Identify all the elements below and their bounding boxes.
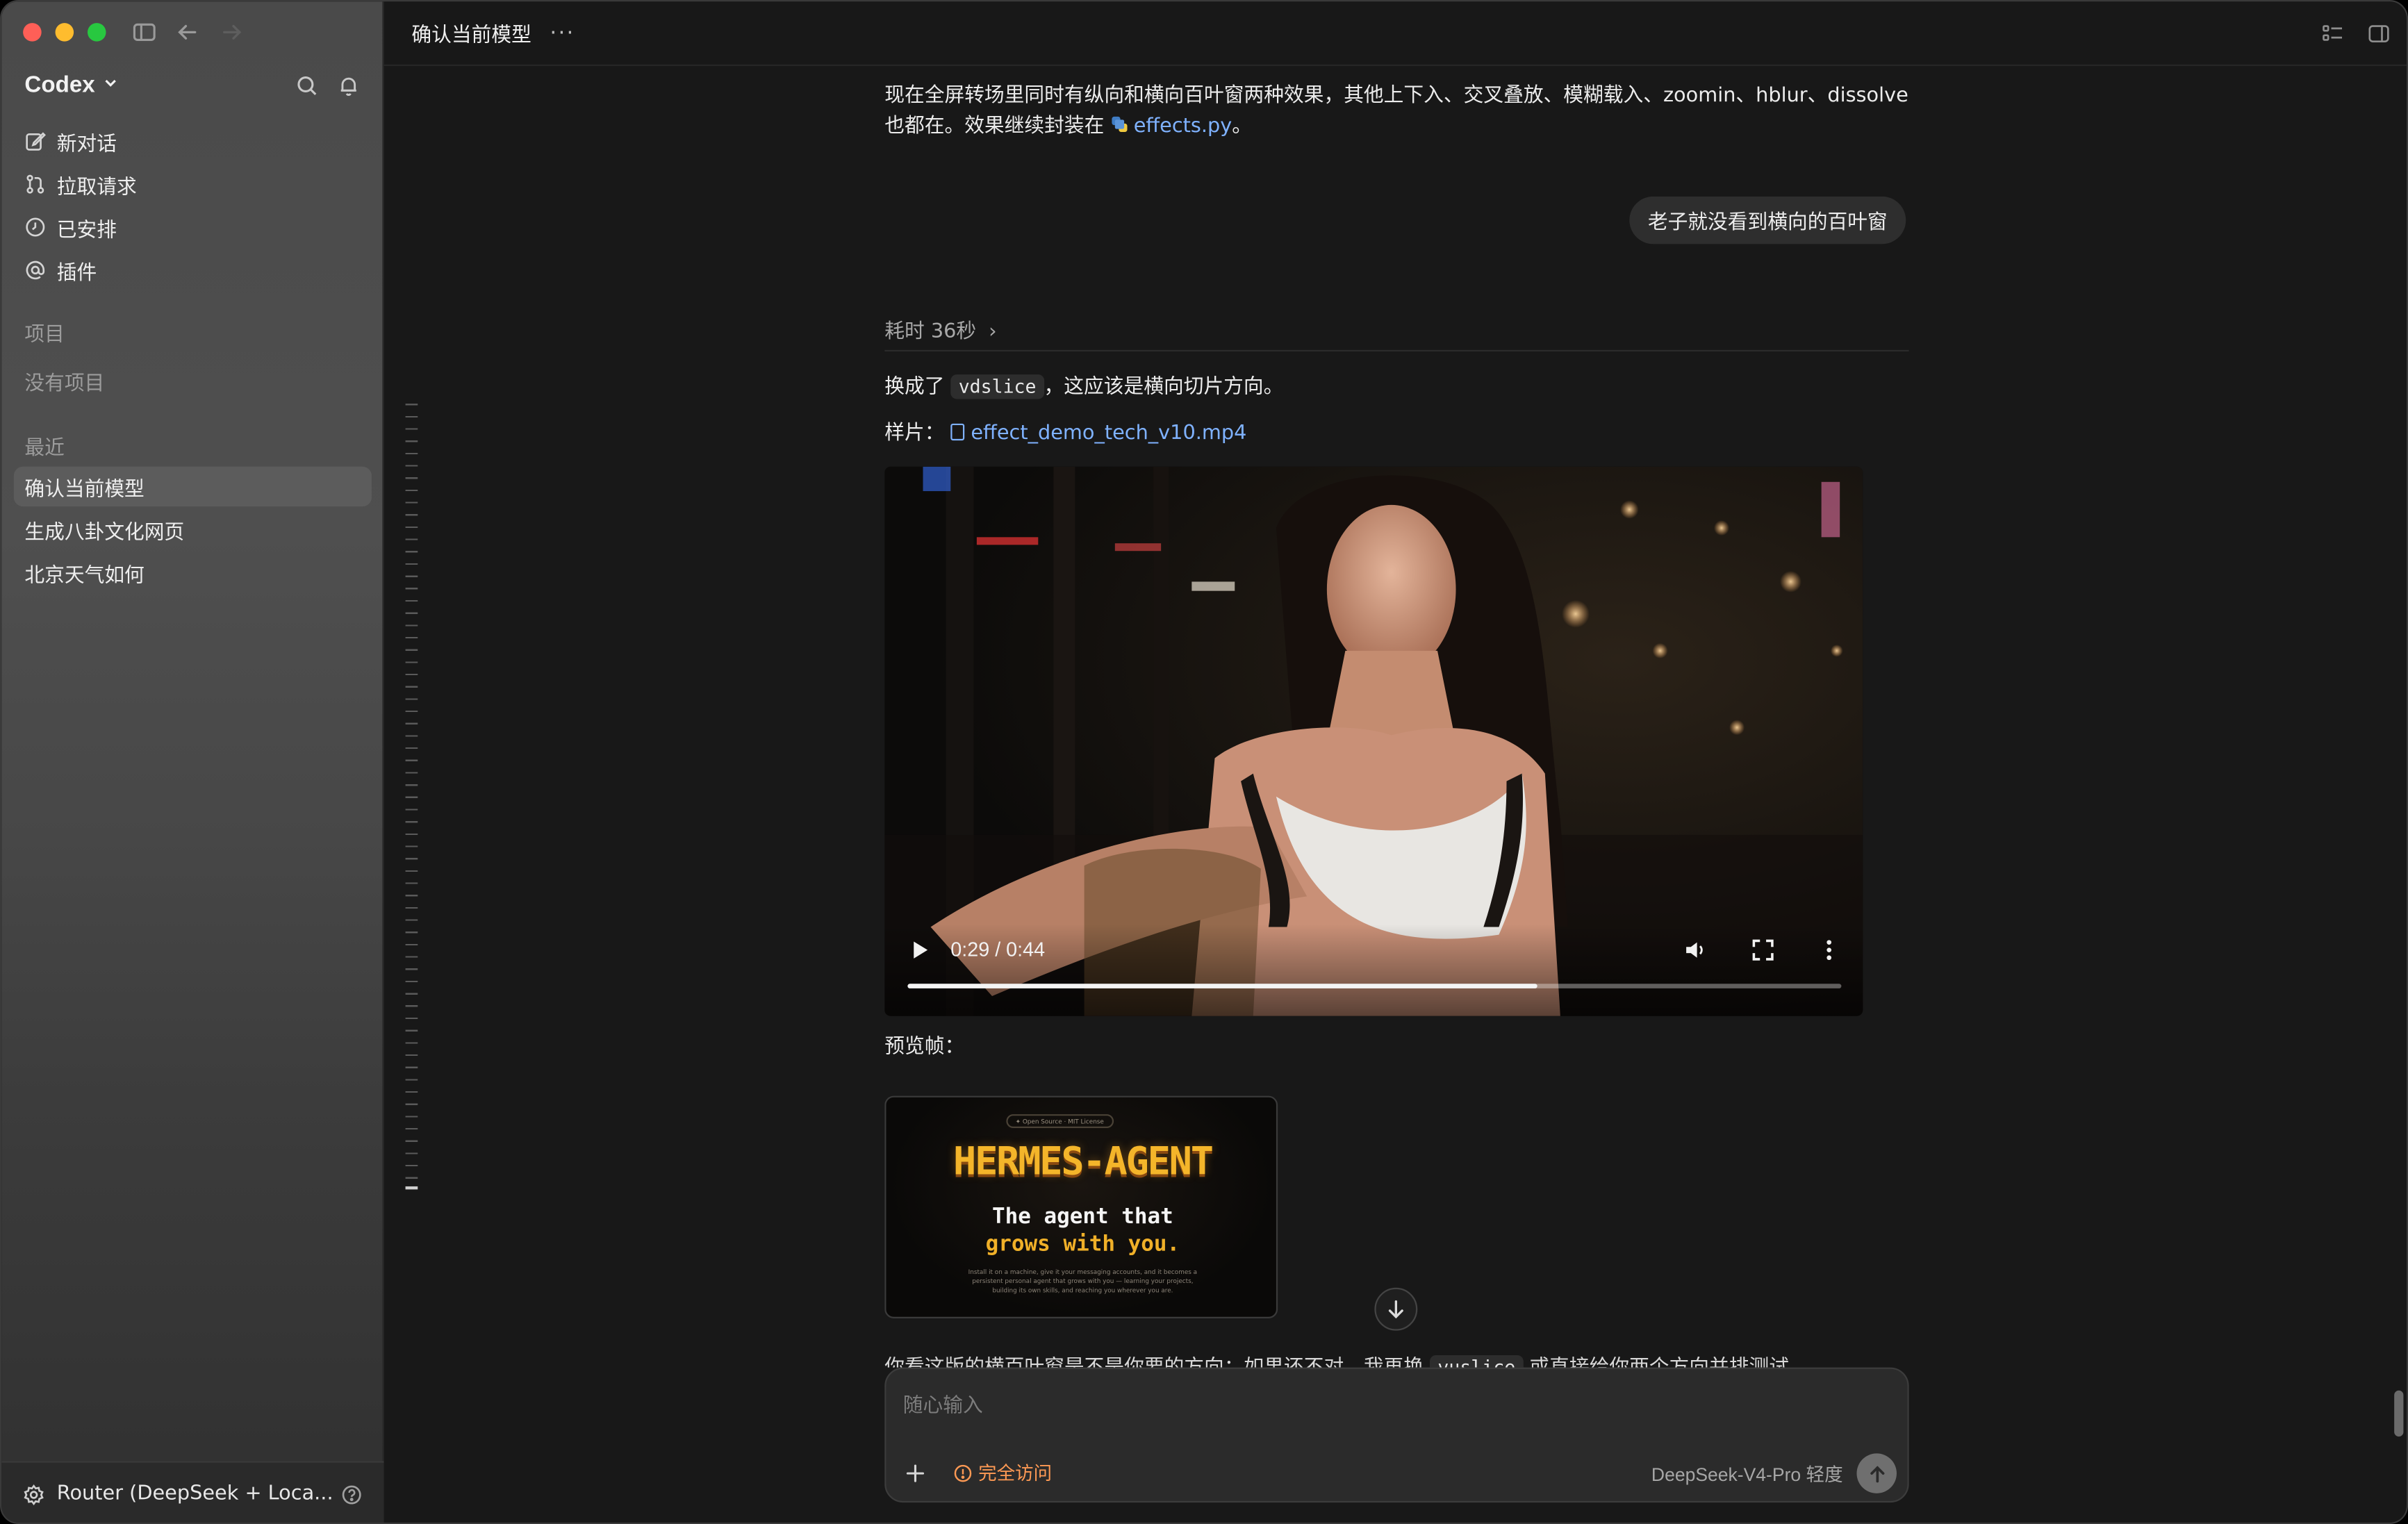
scrollbar-thumb[interactable]	[2394, 1390, 2404, 1437]
user-message-text: 老子就没看到横向的百叶窗	[1647, 211, 1888, 235]
list-icon[interactable]	[2320, 22, 2345, 46]
edit-icon	[24, 131, 46, 152]
clock-icon	[24, 217, 46, 238]
elapsed-time-toggle[interactable]: 耗时 36秒 ›	[884, 315, 996, 344]
projects-heading: 项目	[24, 324, 65, 347]
video-time: 0:29 / 0:44	[950, 938, 1046, 961]
nav-scheduled[interactable]: 已安排	[14, 207, 372, 247]
close-window-button[interactable]	[23, 23, 42, 42]
sample-line: 样片： effect_demo_tech_v10.mp4	[884, 419, 1246, 449]
help-icon[interactable]	[341, 1483, 363, 1505]
nav-label: 新对话	[56, 133, 117, 156]
hero-tagline-accent: grows with you.	[985, 1232, 1180, 1257]
access-mode-button[interactable]: 完全访问	[954, 1459, 1053, 1486]
router-label: Router (DeepSeek + Loca...	[56, 1482, 333, 1506]
timeline-current-marker	[405, 1186, 418, 1190]
assistant-reply: 换成了 vdslice ，这应该是横向切片方向。	[884, 372, 1283, 404]
message-text: 或直接给你两个方向并排测试	[1529, 1357, 1789, 1367]
file-link[interactable]: effects.py	[1111, 115, 1232, 138]
python-file-icon	[1112, 116, 1128, 133]
recent-chat-label: 北京天气如何	[24, 563, 145, 588]
panel-toggle-icon[interactable]	[2366, 22, 2391, 46]
preview-label: 预览帧：	[884, 1036, 965, 1059]
recent-chat-item[interactable]: 生成八卦文化网页	[14, 510, 372, 549]
nav-plugins[interactable]: 插件	[14, 250, 372, 290]
arrow-right-icon[interactable]	[217, 17, 247, 47]
nav-new-chat[interactable]: 新对话	[14, 122, 372, 161]
assistant-message: 现在全屏转场里同时有纵向和横向百叶窗两种效果，其他上下入、交叉叠放、模糊载入、z…	[884, 81, 1908, 142]
file-icon	[950, 423, 965, 441]
license-pill: ✦ Open Source · MIT License	[1006, 1114, 1114, 1128]
main-panel: 确认当前模型 ··· 现在全屏转场里同时有纵向和横向百叶窗两种效果，其他上下入、…	[384, 1, 2407, 1523]
sample-label: 样片：	[884, 422, 945, 445]
plus-icon[interactable]	[905, 1461, 926, 1482]
brand-name: Codex	[24, 72, 95, 99]
page-title: 确认当前模型	[411, 24, 531, 48]
chevron-right-icon: ›	[989, 320, 997, 344]
composer-input[interactable]: 随心输入	[903, 1389, 983, 1418]
arrow-left-icon[interactable]	[172, 17, 203, 47]
sidebar-icon[interactable]	[129, 17, 160, 47]
recent-chat-label: 确认当前模型	[24, 478, 145, 502]
search-icon[interactable]	[295, 74, 319, 98]
hero-tagline: The agent that	[991, 1204, 1173, 1229]
no-projects-text: 没有项目	[24, 372, 105, 397]
nav-pull-requests[interactable]: 拉取请求	[14, 164, 372, 204]
access-mode-label: 完全访问	[978, 1462, 1053, 1484]
gear-icon	[23, 1483, 44, 1505]
message-text: 你看这版的横百叶窗是不是你要的方向；如果还不对，我再换	[884, 1357, 1424, 1367]
divider	[884, 349, 1909, 351]
warning-icon	[954, 1464, 972, 1482]
elapsed-label: 耗时 36秒	[884, 320, 977, 344]
volume-icon[interactable]	[1683, 938, 1708, 962]
play-icon[interactable]	[907, 938, 932, 962]
preview-frame-image[interactable]: ✦ Open Source · MIT License HERMES-AGENT…	[884, 1095, 1278, 1318]
sidebar: Codex 新对话 拉取请求 已安排 插件 项目 没有项目 最近 确认当前模型 …	[1, 1, 384, 1523]
nav-label: 插件	[56, 261, 97, 285]
more-options-button[interactable]: ···	[550, 21, 575, 45]
bell-icon[interactable]	[336, 74, 361, 98]
hero-description: Install it on a machine, give it your me…	[968, 1268, 1198, 1294]
video-file-name: effect_demo_tech_v10.mp4	[971, 422, 1247, 445]
reply-text: ，这应该是横向切片方向。	[1044, 376, 1284, 399]
fullscreen-icon[interactable]	[1751, 938, 1775, 962]
recent-chat-item[interactable]: 确认当前模型	[13, 466, 372, 507]
message-text: 现在全屏转场里同时有纵向和横向百叶窗两种效果，其他上下入、交叉叠放、模糊载入、z…	[884, 84, 1908, 138]
file-link-label: effects.py	[1133, 115, 1232, 138]
inline-code: vdslice	[950, 374, 1044, 399]
user-message-bubble: 老子就没看到横向的百叶窗	[1629, 196, 1906, 245]
video-player[interactable]: 0:29 / 0:44	[884, 466, 1863, 1016]
more-vertical-icon[interactable]	[1817, 938, 1841, 962]
recent-chat-item[interactable]: 北京天气如何	[14, 552, 372, 592]
arrow-down-icon	[1388, 1300, 1403, 1319]
app-window: Codex 新对话 拉取请求 已安排 插件 项目 没有项目 最近 确认当前模型 …	[0, 0, 2408, 1524]
hero-title: HERMES-AGENT	[953, 1138, 1214, 1184]
minimize-window-button[interactable]	[55, 23, 74, 42]
at-icon	[24, 259, 46, 281]
video-file-link[interactable]: effect_demo_tech_v10.mp4	[950, 422, 1247, 445]
recent-heading: 最近	[24, 437, 65, 461]
scroll-to-bottom-button[interactable]	[1374, 1287, 1418, 1331]
zoom-window-button[interactable]	[87, 23, 106, 42]
conversation-timeline[interactable]	[405, 404, 418, 1190]
nav-label: 已安排	[56, 218, 117, 242]
video-progress-fill	[907, 984, 1538, 988]
recent-chat-label: 生成八卦文化网页	[24, 521, 185, 545]
message-text: 。	[1232, 115, 1253, 138]
arrow-up-icon	[1870, 1465, 1884, 1482]
inline-code: vuslice	[1430, 1355, 1524, 1368]
send-button[interactable]	[1856, 1453, 1897, 1493]
top-bar: 确认当前模型 ···	[384, 1, 2407, 67]
message-composer[interactable]: 随心输入 完全访问 DeepSeek-V4-Pro 轻度	[884, 1367, 1909, 1503]
chevron-down-icon	[101, 72, 120, 99]
reply-text: 换成了	[884, 376, 945, 399]
pull-request-icon	[24, 174, 46, 195]
nav-label: 拉取请求	[56, 175, 137, 199]
workspace-switcher[interactable]: Codex	[24, 72, 120, 99]
video-progress-bar[interactable]	[907, 984, 1842, 988]
settings-footer[interactable]: Router (DeepSeek + Loca...	[1, 1461, 384, 1523]
conversation-content: 现在全屏转场里同时有纵向和横向百叶窗两种效果，其他上下入、交叉叠放、模糊载入、z…	[884, 66, 1909, 1368]
model-selector[interactable]: DeepSeek-V4-Pro 轻度	[1651, 1461, 1843, 1487]
partially-visible-message: 你看这版的横百叶窗是不是你要的方向；如果还不对，我再换 vuslice 或直接给…	[884, 1352, 1908, 1368]
